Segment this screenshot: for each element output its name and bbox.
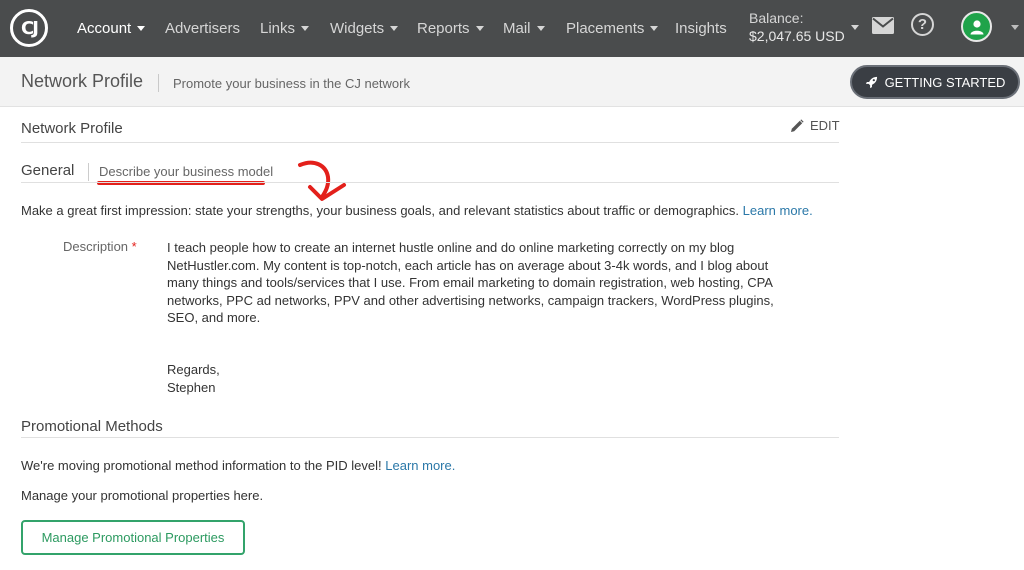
title-divider — [158, 74, 159, 92]
general-tab-label: General — [21, 162, 75, 179]
nav-item-label: Mail — [503, 20, 531, 37]
nav-item-label: Widgets — [330, 20, 385, 37]
chevron-down-icon[interactable] — [1011, 25, 1019, 30]
chevron-down-icon — [390, 26, 399, 31]
nav-item-links[interactable]: Links — [260, 0, 310, 57]
description-text: I teach people how to create an internet… — [167, 240, 774, 325]
chevron-down-icon[interactable] — [851, 25, 859, 30]
chevron-down-icon — [137, 26, 146, 31]
divider — [21, 437, 839, 438]
general-tab-description: Describe your business model — [99, 164, 274, 179]
description-label-text: Description — [63, 239, 129, 254]
description-signoff: Regards, Stephen — [167, 361, 220, 396]
promotional-methods-title: Promotional Methods — [21, 418, 163, 435]
nav-item-widgets[interactable]: Widgets — [330, 0, 399, 57]
description-label: Description * — [63, 239, 137, 254]
nav-item-label: Account — [77, 20, 132, 37]
nav-item-mail[interactable]: Mail — [503, 0, 545, 57]
chevron-down-icon — [536, 26, 545, 31]
divider — [21, 142, 839, 143]
pencil-icon — [791, 118, 804, 132]
nav-item-label: Placements — [566, 20, 645, 37]
nav-item-advertisers[interactable]: Advertisers — [165, 0, 240, 57]
nav-item-placements[interactable]: Placements — [566, 0, 659, 57]
nav-item-label: Advertisers — [165, 20, 241, 37]
getting-started-button[interactable]: GETTING STARTED — [850, 65, 1020, 99]
general-intro-text: Make a great first impression: state you… — [21, 203, 739, 218]
tab-divider — [88, 163, 89, 181]
manage-properties-text: Manage your promotional properties here. — [21, 488, 264, 503]
getting-started-label: GETTING STARTED — [884, 74, 1006, 90]
general-intro: Make a great first impression: state you… — [21, 203, 813, 218]
manage-button-label: Manage Promotional Properties — [41, 530, 225, 545]
rocket-icon — [865, 76, 877, 88]
balance-amount: $2,047.65 USD — [749, 28, 845, 44]
user-avatar-icon[interactable] — [961, 11, 992, 42]
balance-display[interactable]: Balance: $2,047.65 USD — [749, 9, 845, 45]
logo-text: CJ — [21, 17, 39, 39]
balance-label: Balance: — [749, 10, 804, 26]
top-navbar: CJ Account Advertisers Links Widgets Rep… — [0, 0, 1024, 57]
nav-item-label: Reports — [417, 20, 470, 37]
edit-label: EDIT — [810, 118, 840, 133]
chevron-down-icon — [475, 26, 484, 31]
divider — [21, 182, 839, 183]
manage-promotional-properties-button[interactable]: Manage Promotional Properties — [21, 520, 245, 555]
nav-item-label: Links — [260, 20, 296, 37]
learn-more-link[interactable]: Learn more. — [743, 203, 813, 218]
help-icon[interactable]: ? — [911, 13, 934, 36]
regards-line: Regards, — [167, 362, 220, 377]
chevron-down-icon — [301, 26, 310, 31]
nav-item-insights[interactable]: Insights — [675, 0, 727, 57]
page-title: Network Profile — [21, 71, 144, 91]
section-title: Network Profile — [21, 120, 123, 137]
learn-more-link[interactable]: Learn more. — [385, 458, 455, 473]
promotional-notice: We're moving promotional method informat… — [21, 458, 455, 473]
edit-button[interactable]: EDIT — [790, 118, 840, 133]
nav-item-account[interactable]: Account — [77, 0, 146, 57]
nav-item-label: Insights — [675, 20, 727, 37]
signature-line: Stephen — [167, 379, 216, 395]
required-asterisk: * — [131, 239, 137, 254]
chevron-down-icon — [650, 26, 659, 31]
mail-icon[interactable] — [872, 17, 894, 39]
page-subtitle: Promote your business in the CJ network — [173, 76, 410, 91]
nav-item-reports[interactable]: Reports — [417, 0, 484, 57]
promotional-notice-text: We're moving promotional method informat… — [21, 458, 382, 473]
cj-logo[interactable]: CJ — [10, 9, 48, 47]
